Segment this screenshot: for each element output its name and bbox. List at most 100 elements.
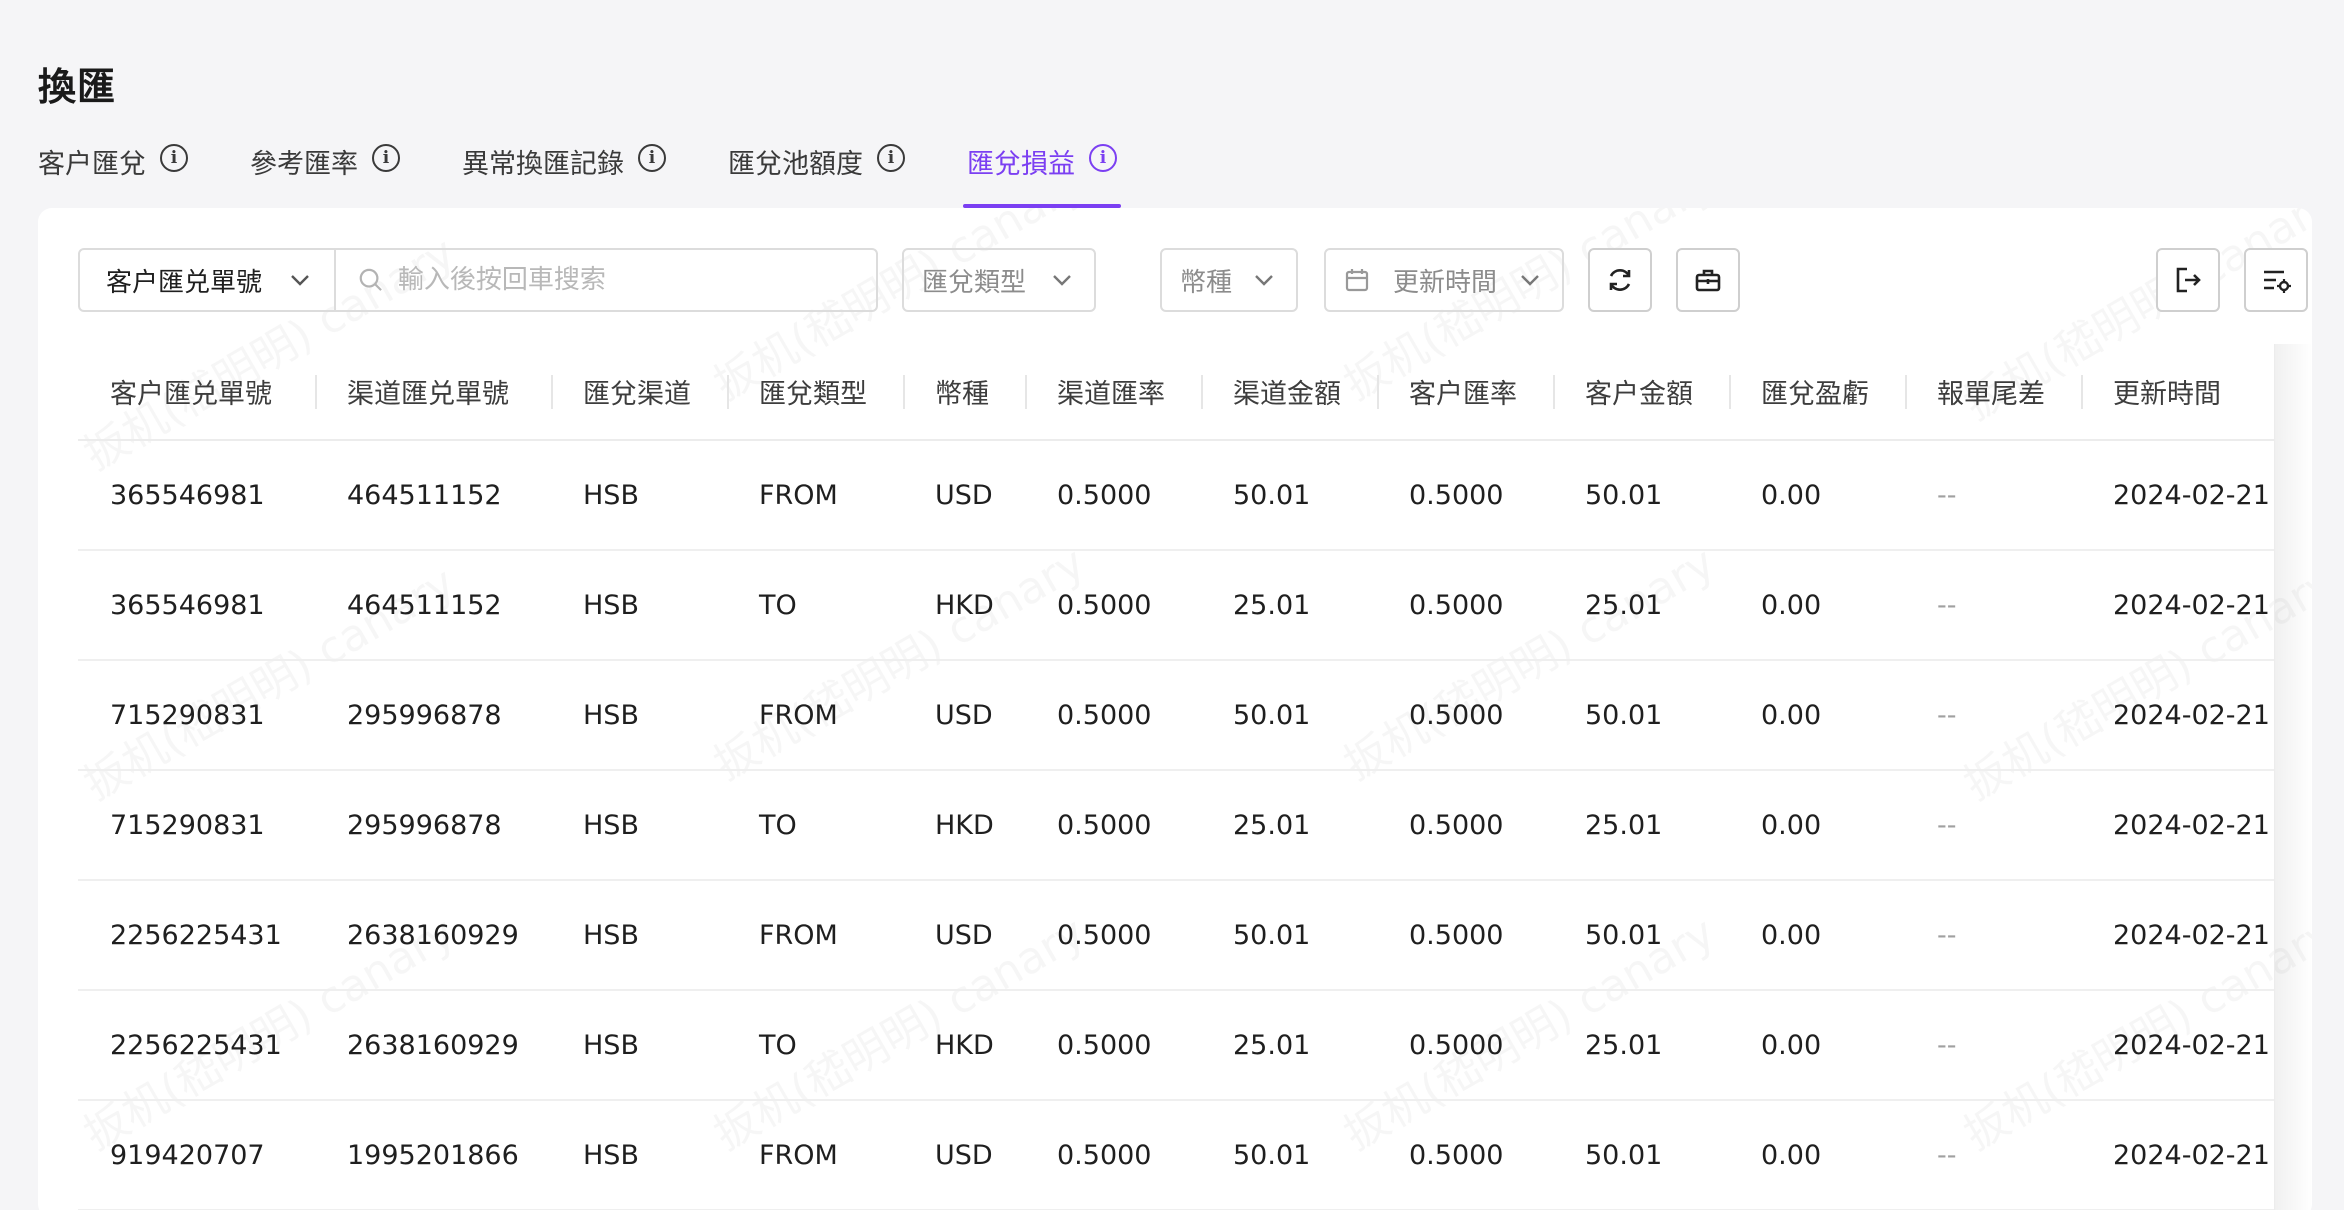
table-row[interactable]: 365546981 464511152 HSB FROM USD 0.5000 50.01 0… (78, 440, 2274, 551)
table-row[interactable]: 2256225431 2638160929 HSB FROM USD 0.5000 50.0… (78, 880, 2274, 991)
column-divider (1553, 375, 1555, 409)
calendar-icon (1345, 269, 1369, 292)
info-icon[interactable]: i (638, 144, 666, 172)
table-cell: 715290831 (78, 660, 315, 771)
data-table-container[interactable]: 客户匯兑單號 渠道匯兑單號 匯兌渠道 匯兌類型 幣種 渠道匯率 渠道金額 客户匯率 客户金額 匯兌… (78, 344, 2274, 1210)
info-icon[interactable]: i (372, 144, 400, 172)
table-body: 365546981 464511152 HSB FROM USD 0.5000 50.01 0… (78, 440, 2274, 1210)
column-header[interactable]: 匯兌渠道 (551, 344, 727, 441)
table-cell: 2638160929 (315, 880, 551, 991)
table-cell: HKD (903, 990, 1025, 1101)
table-cell: 2256225431 (78, 880, 315, 991)
search-input[interactable] (397, 265, 876, 295)
table-cell: -- (1905, 880, 2081, 991)
column-header[interactable]: 報單尾差 (1905, 344, 2081, 441)
search-field-select[interactable]: 客户匯兑單號 (80, 250, 336, 310)
table-cell: TO (727, 990, 903, 1101)
column-header[interactable]: 匯兌類型 (727, 344, 903, 441)
table-cell: FROM (727, 660, 903, 771)
toolbox-button[interactable] (1676, 248, 1740, 312)
table-cell: 50.01 (1553, 440, 1729, 551)
table-cell: 50.01 (1553, 880, 1729, 991)
export-button[interactable] (2156, 248, 2220, 312)
column-header[interactable]: 渠道金額 (1201, 344, 1377, 441)
table-cell: HSB (551, 880, 727, 991)
info-icon[interactable]: i (160, 144, 188, 172)
column-header-label: 渠道匯兑單號 (347, 379, 509, 410)
tab-customer-exchange[interactable]: 客户匯兌 i (38, 138, 188, 208)
table-cell: HSB (551, 550, 727, 661)
table-cell: 0.00 (1729, 990, 1905, 1101)
column-header[interactable]: 更新時間 (2081, 344, 2274, 441)
search-field-label: 客户匯兑單號 (106, 267, 263, 298)
table-cell: FROM (727, 440, 903, 551)
column-header[interactable]: 客户匯兑單號 (78, 344, 315, 441)
table-cell: 0.5000 (1377, 770, 1553, 881)
tab-label: 異常換匯記錄 (462, 149, 624, 180)
refresh-button[interactable] (1588, 248, 1652, 312)
column-header[interactable]: 客户金額 (1553, 344, 1729, 441)
column-header[interactable]: 匯兌盈虧 (1729, 344, 1905, 441)
table-cell: 25.01 (1201, 550, 1377, 661)
column-header[interactable]: 幣種 (903, 344, 1025, 441)
tab-exchange-pool-quota[interactable]: 匯兌池額度 i (728, 138, 905, 208)
table-row[interactable]: 365546981 464511152 HSB TO HKD 0.5000 25.01 0.5… (78, 550, 2274, 661)
tab-exchange-profit-loss[interactable]: 匯兌損益 i (963, 138, 1121, 208)
table-cell: -- (1905, 1100, 2081, 1210)
currency-filter[interactable]: 幣種 (1160, 248, 1298, 312)
filter-label: 更新時間 (1392, 267, 1497, 298)
tab-label: 匯兌損益 (967, 149, 1075, 180)
table-cell: 50.01 (1201, 880, 1377, 991)
info-icon[interactable]: i (1089, 144, 1117, 172)
search-icon (359, 268, 382, 291)
column-divider (1729, 375, 1731, 409)
column-header[interactable]: 渠道匯率 (1025, 344, 1201, 441)
table-cell: 365546981 (78, 440, 315, 551)
table-cell: FROM (727, 1100, 903, 1210)
table-row[interactable]: 919420707 1995201866 HSB FROM USD 0.5000 50.01… (78, 1100, 2274, 1210)
table-cell: 365546981 (78, 550, 315, 661)
table-cell: 25.01 (1201, 770, 1377, 881)
table-row[interactable]: 715290831 295996878 HSB TO HKD 0.5000 25.01 0.5… (78, 770, 2274, 881)
column-divider (1025, 375, 1027, 409)
table-cell: 25.01 (1553, 770, 1729, 881)
tab-abnormal-exchange-records[interactable]: 異常換匯記錄 i (462, 138, 666, 208)
table-cell: 2024-02-21 (2081, 440, 2274, 551)
content-card: 扳机(嵇明明) canary 扳机(嵇明明) canary 扳机(嵇明明) ca… (38, 208, 2312, 1210)
table-cell: 0.00 (1729, 770, 1905, 881)
info-icon[interactable]: i (877, 144, 905, 172)
table-cell: HSB (551, 1100, 727, 1210)
table-cell: 2024-02-21 (2081, 660, 2274, 771)
table-header-row: 客户匯兑單號 渠道匯兑單號 匯兌渠道 匯兌類型 幣種 渠道匯率 渠道金額 客户匯率 客户金額 匯兌… (78, 344, 2274, 441)
table-cell: HSB (551, 660, 727, 771)
table-cell: 25.01 (1553, 990, 1729, 1101)
table-cell: 0.00 (1729, 880, 1905, 991)
table-cell: 25.01 (1201, 990, 1377, 1101)
fixed-column-shadow (2274, 344, 2312, 1210)
column-header-label: 客户匯兑單號 (110, 379, 272, 410)
column-divider (2081, 375, 2083, 409)
column-divider (551, 375, 553, 409)
column-settings-button[interactable] (2244, 248, 2308, 312)
tab-bar: 客户匯兌 i 參考匯率 i 異常換匯記錄 i 匯兌池額度 i 匯兌損益 i (38, 138, 1179, 208)
column-header[interactable]: 渠道匯兑單號 (315, 344, 551, 441)
table-cell: 50.01 (1553, 1100, 1729, 1210)
column-settings-icon (2264, 270, 2291, 293)
table-row[interactable]: 715290831 295996878 HSB FROM USD 0.5000 50.01 0… (78, 660, 2274, 771)
exchange-type-filter[interactable]: 匯兌類型 (902, 248, 1096, 312)
column-header[interactable]: 客户匯率 (1377, 344, 1553, 441)
chevron-down-icon (1521, 275, 1539, 286)
column-header-label: 匯兌類型 (759, 379, 867, 410)
column-header-label: 匯兌盈虧 (1761, 379, 1869, 410)
table-cell: 25.01 (1553, 550, 1729, 661)
column-header-label: 渠道金額 (1233, 379, 1341, 410)
table-cell: FROM (727, 880, 903, 991)
update-time-filter[interactable]: 更新時間 (1324, 248, 1564, 312)
table-cell: 0.5000 (1377, 1100, 1553, 1210)
table-cell: 464511152 (315, 550, 551, 661)
table-row[interactable]: 2256225431 2638160929 HSB TO HKD 0.5000 25.01 0… (78, 990, 2274, 1101)
table-cell: 0.5000 (1377, 880, 1553, 991)
tab-reference-rate[interactable]: 參考匯率 i (250, 138, 400, 208)
table-cell: -- (1905, 440, 2081, 551)
table-cell: 2024-02-21 (2081, 1100, 2274, 1210)
